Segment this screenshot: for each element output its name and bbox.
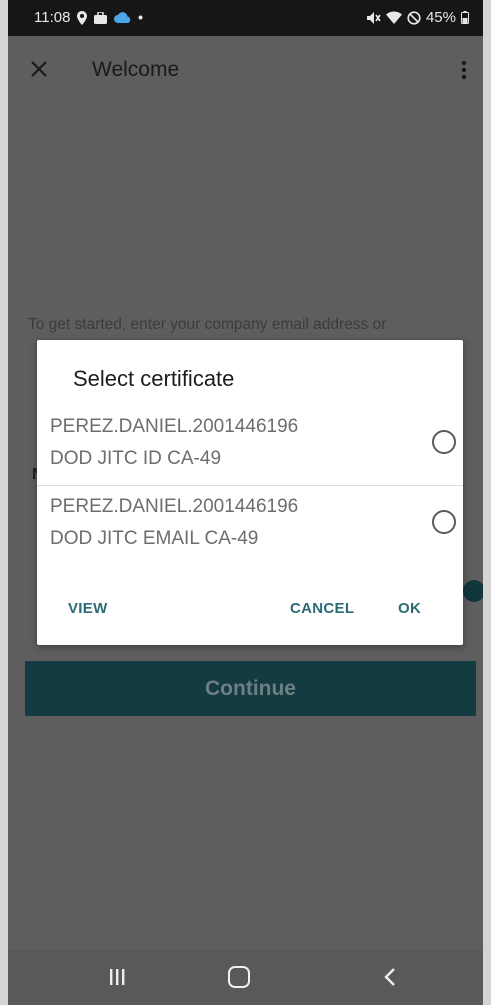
cancel-button[interactable]: CANCEL — [290, 600, 354, 617]
mute-icon — [366, 11, 381, 24]
ok-button[interactable]: OK — [398, 600, 421, 617]
certificate-radio[interactable] — [432, 430, 456, 454]
battery-percent: 45% — [425, 9, 456, 26]
navigation-bar — [8, 950, 483, 1005]
status-right: 45% — [365, 9, 469, 26]
view-button[interactable]: VIEW — [68, 600, 108, 617]
close-icon[interactable] — [28, 58, 50, 80]
certificate-option[interactable]: PEREZ.DANIEL.2001446196 DOD JITC ID CA-4… — [37, 410, 463, 486]
certificate-issuer: DOD JITC ID CA-49 — [50, 448, 222, 469]
briefcase-icon — [94, 11, 108, 24]
app-bar: Welcome — [8, 44, 483, 100]
phone-screen: 11:08 45% Welcome To get started, enter … — [8, 0, 483, 1005]
certificate-name: PEREZ.DANIEL.2001446196 — [50, 496, 299, 517]
status-bar: 11:08 45% — [8, 0, 483, 36]
battery-icon — [461, 11, 469, 24]
status-left: 11:08 — [34, 9, 143, 26]
certificate-issuer: DOD JITC EMAIL CA-49 — [50, 528, 259, 549]
home-icon[interactable] — [228, 966, 250, 988]
dot-icon — [138, 15, 143, 20]
select-certificate-dialog: Select certificate PEREZ.DANIEL.20014461… — [37, 340, 463, 645]
dialog-title: Select certificate — [73, 366, 235, 391]
cloud-icon — [114, 12, 131, 23]
wifi-icon — [385, 11, 402, 24]
status-time: 11:08 — [34, 9, 71, 26]
location-icon — [77, 10, 88, 25]
certificate-option[interactable]: PEREZ.DANIEL.2001446196 DOD JITC EMAIL C… — [37, 490, 463, 566]
certificate-name: PEREZ.DANIEL.2001446196 — [50, 416, 299, 437]
certificate-radio[interactable] — [432, 510, 456, 534]
obscured-toggle — [463, 580, 483, 602]
do-not-disturb-icon — [407, 10, 421, 25]
recent-apps-icon[interactable] — [108, 967, 126, 987]
continue-button[interactable]: Continue — [25, 661, 476, 716]
intro-text: To get started, enter your company email… — [28, 316, 387, 333]
back-icon[interactable] — [383, 966, 397, 988]
more-options-icon[interactable] — [459, 58, 469, 82]
page-title: Welcome — [92, 58, 180, 81]
